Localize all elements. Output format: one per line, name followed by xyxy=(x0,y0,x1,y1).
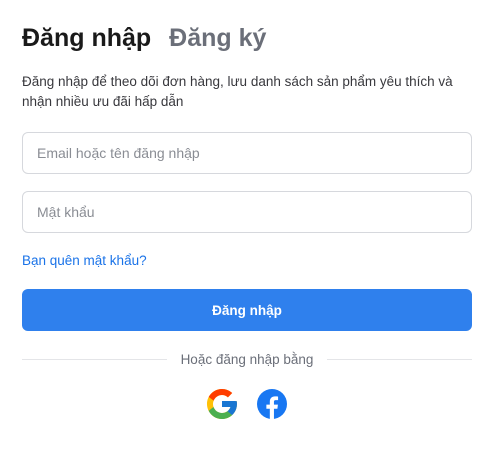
password-field[interactable] xyxy=(22,191,472,233)
tab-login[interactable]: Đăng nhập xyxy=(22,22,151,54)
login-button[interactable]: Đăng nhập xyxy=(22,289,472,331)
social-divider: Hoặc đăng nhập bằng xyxy=(22,348,472,370)
google-login-button[interactable] xyxy=(204,386,240,422)
login-description: Đăng nhập để theo dõi đơn hàng, lưu danh… xyxy=(22,74,453,109)
facebook-icon xyxy=(257,389,287,419)
auth-tabs: Đăng nhập Đăng ký xyxy=(22,22,266,54)
email-field[interactable] xyxy=(22,132,472,174)
tab-register[interactable]: Đăng ký xyxy=(169,22,266,54)
divider-line-right xyxy=(327,358,472,360)
forgot-password-link[interactable]: Bạn quên mật khẩu? xyxy=(22,253,147,268)
google-icon xyxy=(207,389,237,419)
social-login xyxy=(0,386,480,422)
divider-text: Hoặc đăng nhập bằng xyxy=(180,351,314,367)
divider-line-left xyxy=(22,358,167,360)
facebook-login-button[interactable] xyxy=(254,386,290,422)
